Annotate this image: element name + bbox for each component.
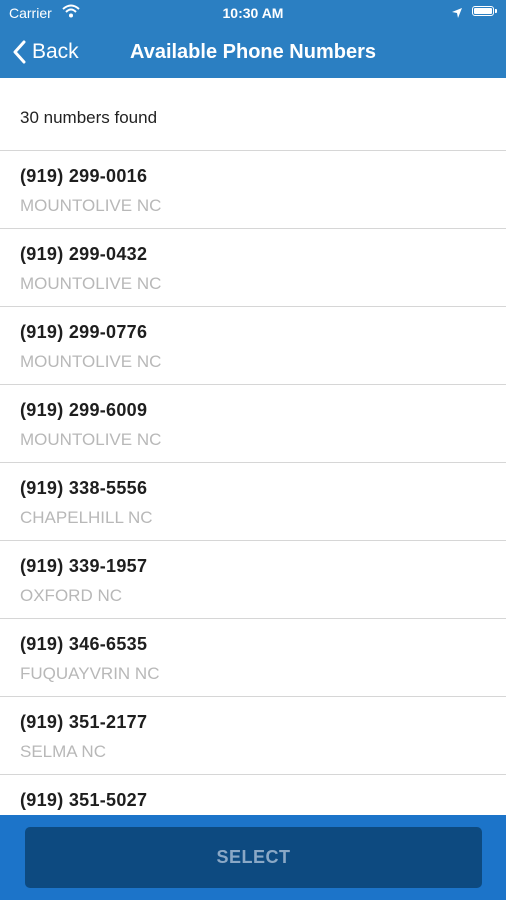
list-item[interactable]: (919) 299-0432 MOUNTOLIVE NC — [0, 229, 506, 307]
results-count: 30 numbers found — [20, 108, 158, 127]
list-item[interactable]: (919) 299-0776 MOUNTOLIVE NC — [0, 307, 506, 385]
phone-number: (919) 351-5027 — [20, 790, 148, 810]
phone-number: (919) 299-6009 — [20, 400, 148, 420]
list-item[interactable]: (919) 338-5556 CHAPELHILL NC — [0, 463, 506, 541]
back-button[interactable]: Back — [12, 37, 79, 67]
list-item[interactable]: (919) 351-2177 SELMA NC — [0, 697, 506, 775]
location-label: OXFORD NC — [20, 586, 122, 605]
location-label: FUQUAYVRIN NC — [20, 664, 160, 683]
status-bar: Carrier 10:30 AM — [0, 0, 506, 27]
location-label: CHAPELHILL NC — [20, 508, 153, 527]
results-count-row: 30 numbers found — [0, 78, 506, 151]
phone-number: (919) 299-0016 — [20, 166, 148, 186]
navigation-bar: Back Available Phone Numbers — [0, 27, 506, 78]
location-label: MOUNTOLIVE NC — [20, 196, 162, 215]
location-label: SELMA NC — [20, 742, 106, 761]
battery-icon — [472, 6, 497, 16]
select-button[interactable]: SELECT — [25, 827, 482, 888]
chevron-left-icon — [13, 40, 26, 64]
list-item[interactable]: (919) 299-0016 MOUNTOLIVE NC — [0, 151, 506, 229]
page-title: Available Phone Numbers — [130, 41, 376, 63]
phone-number-list[interactable]: (919) 299-0016 MOUNTOLIVE NC (919) 299-0… — [0, 151, 506, 853]
phone-number: (919) 339-1957 — [20, 556, 148, 576]
location-label: MOUNTOLIVE NC — [20, 274, 162, 293]
clock: 10:30 AM — [222, 5, 284, 21]
phone-number: (919) 299-0776 — [20, 322, 148, 342]
location-label: MOUNTOLIVE NC — [20, 430, 162, 449]
phone-number: (919) 299-0432 — [20, 244, 148, 264]
back-label: Back — [32, 40, 79, 63]
footer-bar: SELECT — [0, 815, 506, 900]
list-item[interactable]: (919) 339-1957 OXFORD NC — [0, 541, 506, 619]
phone-number: (919) 338-5556 — [20, 478, 148, 498]
phone-number: (919) 346-6535 — [20, 634, 148, 654]
header: Carrier 10:30 AM Back Available Phone Nu… — [0, 0, 506, 78]
phone-number: (919) 351-2177 — [20, 712, 148, 732]
list-item[interactable]: (919) 346-6535 FUQUAYVRIN NC — [0, 619, 506, 697]
location-arrow-icon — [451, 6, 463, 22]
list-item[interactable]: (919) 299-6009 MOUNTOLIVE NC — [0, 385, 506, 463]
location-label: MOUNTOLIVE NC — [20, 352, 162, 371]
